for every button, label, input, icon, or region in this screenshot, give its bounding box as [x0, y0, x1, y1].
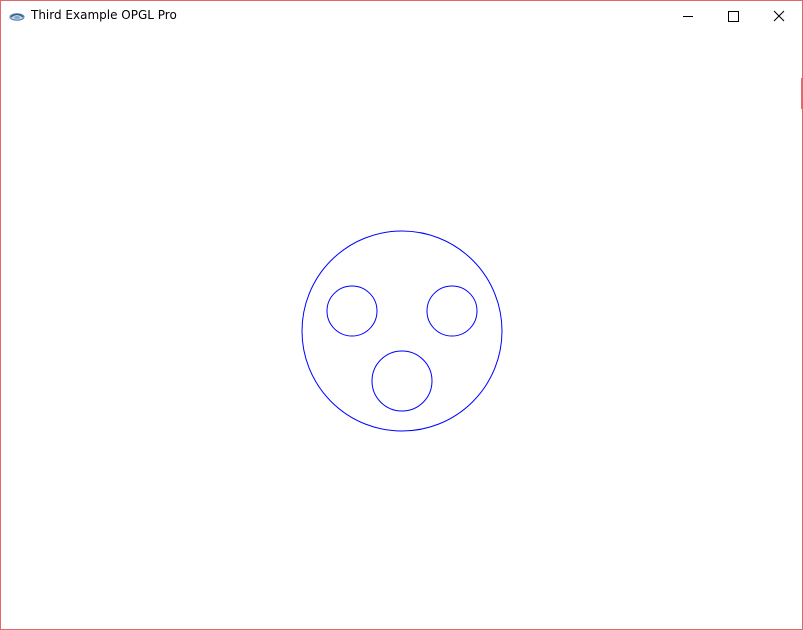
title-bar[interactable]: Third Example OPGL Pro [1, 1, 802, 32]
minimize-button[interactable] [665, 1, 711, 32]
window-edge-highlight [801, 78, 802, 109]
face-drawing [301, 230, 503, 432]
left-eye-circle [326, 285, 378, 337]
mouth-circle [371, 350, 433, 412]
maximize-button[interactable] [711, 1, 757, 32]
opengl-app-icon[interactable] [9, 10, 25, 22]
close-button[interactable] [756, 1, 802, 32]
maximize-icon [728, 11, 739, 22]
app-window: Third Example OPGL Pro [0, 0, 803, 630]
opengl-canvas[interactable] [1, 32, 802, 629]
close-icon [773, 10, 785, 22]
minimize-icon [683, 16, 693, 17]
face-outline-circle [301, 230, 503, 432]
right-eye-circle [426, 285, 478, 337]
window-title: Third Example OPGL Pro [31, 8, 177, 22]
